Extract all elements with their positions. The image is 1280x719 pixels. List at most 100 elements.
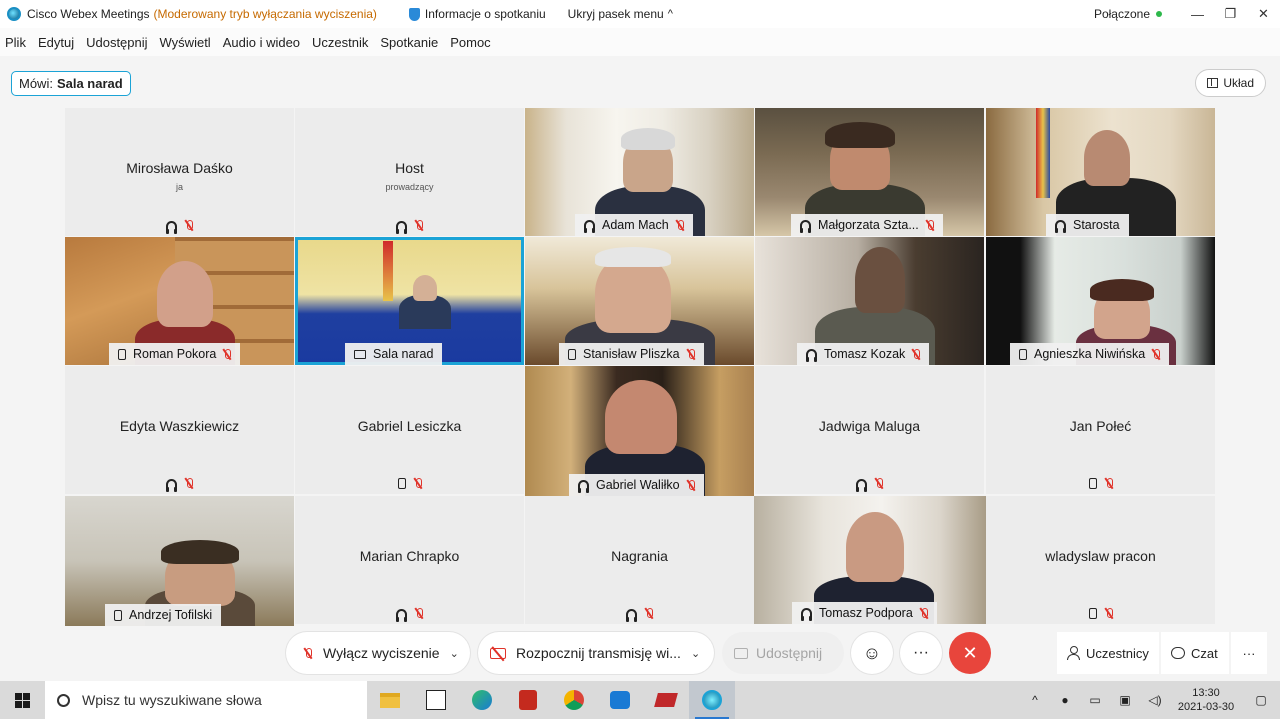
- participant-label: Andrzej Tofilski: [105, 604, 222, 626]
- edge-app[interactable]: [459, 681, 505, 719]
- menu-audio-wideo[interactable]: Audio i wideo: [217, 35, 306, 50]
- notifications-icon[interactable]: ▢: [1242, 693, 1280, 707]
- layout-button[interactable]: Układ: [1195, 69, 1266, 97]
- muted-mic-icon: [223, 348, 232, 360]
- chevron-down-icon[interactable]: ⌄: [450, 647, 459, 660]
- chrome-app[interactable]: [551, 681, 597, 719]
- participant-name: Jan Połeć: [1069, 418, 1132, 434]
- video-face: [605, 380, 677, 454]
- file-explorer-app[interactable]: [367, 681, 413, 719]
- menu-bar: Plik Edytuj Udostępnij Wyświetl Audio i …: [0, 28, 1280, 56]
- panel-more-button[interactable]: ···: [1231, 632, 1267, 674]
- red-app[interactable]: [643, 681, 689, 719]
- muted-mic-icon: [1105, 478, 1113, 489]
- mute-mode-label: (Moderowany tryb wyłączania wyciszenia): [153, 7, 377, 21]
- participant-video-tile[interactable]: Stanisław Pliszka: [525, 237, 754, 365]
- reactions-button[interactable]: ☺: [851, 632, 893, 674]
- taskbar-search-box[interactable]: Wpisz tu wyszukiwane słowa: [45, 681, 367, 719]
- battery-icon[interactable]: ▭: [1080, 693, 1110, 707]
- headset-icon: [584, 220, 595, 233]
- participant-video-tile[interactable]: Gabriel Waliłko: [525, 366, 754, 496]
- participant-name: Starosta: [1073, 218, 1120, 232]
- menu-plik[interactable]: Plik: [0, 35, 32, 50]
- participant-name: Adam Mach: [602, 218, 669, 232]
- muted-mic-icon: [415, 608, 423, 619]
- video-face: [855, 247, 905, 313]
- menu-wyswietl[interactable]: Wyświetl: [154, 35, 217, 50]
- flag-decoration: [383, 241, 393, 301]
- webex-logo-icon: [702, 690, 722, 710]
- participants-label: Uczestnicy: [1086, 645, 1149, 661]
- windows-logo-icon: [15, 692, 30, 708]
- participant-tile[interactable]: Edyta Waszkiewicz: [65, 366, 294, 494]
- meeting-info-button[interactable]: Informacje o spotkaniu: [408, 7, 546, 21]
- start-video-label: Rozpocznij transmisję wi...: [516, 645, 681, 661]
- close-window-button[interactable]: ✕: [1247, 0, 1280, 28]
- menu-pomoc[interactable]: Pomoc: [444, 35, 496, 50]
- start-button[interactable]: [0, 681, 45, 719]
- volume-icon[interactable]: ◁): [1140, 693, 1170, 707]
- active-speaker-indicator: Mówi: Sala narad: [11, 71, 131, 96]
- chat-panel-button[interactable]: Czat: [1161, 632, 1229, 674]
- menu-udostepnij[interactable]: Udostępnij: [80, 35, 153, 50]
- video-hair: [825, 122, 895, 148]
- participant-name: Gabriel Waliłko: [596, 478, 680, 492]
- participant-video-tile[interactable]: Roman Pokora: [65, 237, 294, 365]
- headset-icon: [396, 608, 407, 622]
- network-icon[interactable]: ▣: [1110, 693, 1140, 707]
- app-title: Cisco Webex Meetings: [27, 7, 150, 21]
- tray-expand-icon[interactable]: ^: [1020, 693, 1050, 707]
- more-options-button[interactable]: ···: [900, 632, 942, 674]
- share-button[interactable]: Udostępnij: [722, 632, 844, 674]
- participant-tile[interactable]: Jadwiga Maluga: [755, 366, 984, 494]
- participant-video-tile[interactable]: Adam Mach: [525, 108, 754, 236]
- participant-tile[interactable]: wladyslaw pracon: [986, 496, 1215, 624]
- participant-video-tile[interactable]: Andrzej Tofilski: [65, 496, 294, 626]
- share-icon: [734, 647, 748, 659]
- participant-video-tile-active[interactable]: Sala narad: [295, 237, 524, 365]
- participant-video-tile[interactable]: Tomasz Kozak: [755, 237, 984, 365]
- participant-tile[interactable]: Nagrania: [525, 496, 754, 624]
- participant-role: ja: [175, 182, 183, 192]
- end-meeting-button[interactable]: ✕: [949, 632, 991, 674]
- headset-icon: [166, 478, 177, 492]
- participant-name: Roman Pokora: [133, 347, 217, 361]
- taskbar-clock[interactable]: 13:30 2021-03-30: [1170, 686, 1242, 714]
- chevron-down-icon[interactable]: ⌄: [691, 647, 700, 660]
- participant-video-tile[interactable]: Starosta: [986, 108, 1215, 236]
- chevron-up-icon: ^: [667, 8, 673, 20]
- participant-tile[interactable]: Mirosława Daśko ja: [65, 108, 294, 236]
- 7zip-app[interactable]: [413, 681, 459, 719]
- unmute-button[interactable]: Wyłącz wyciszenie ⌄: [286, 632, 470, 674]
- participants-panel-button[interactable]: Uczestnicy: [1057, 632, 1159, 674]
- smiley-icon: ☺: [862, 642, 882, 663]
- headset-icon: [166, 220, 177, 234]
- muted-mic-icon: [645, 608, 653, 619]
- connected-dot-icon: [1156, 11, 1162, 17]
- participant-video-tile[interactable]: Tomasz Podpora: [754, 496, 986, 624]
- participant-tile[interactable]: Jan Połeć: [986, 366, 1215, 494]
- webex-taskbar-app-1[interactable]: [597, 681, 643, 719]
- webex-meetings-taskbar-app[interactable]: [689, 681, 735, 719]
- phone-icon: [1088, 478, 1097, 489]
- participant-tile[interactable]: Gabriel Lesiczka: [295, 366, 524, 494]
- participant-tile[interactable]: Marian Chrapko: [295, 496, 524, 624]
- microphone-icon[interactable]: ●: [1050, 693, 1080, 707]
- menu-uczestnik[interactable]: Uczestnik: [306, 35, 374, 50]
- hide-menu-label: Ukryj pasek menu: [567, 7, 664, 21]
- menu-spotkanie[interactable]: Spotkanie: [374, 35, 444, 50]
- unmute-label: Wyłącz wyciszenie: [323, 645, 440, 661]
- search-icon: [57, 693, 70, 707]
- participant-video-tile[interactable]: Małgorzata Szta...: [755, 108, 984, 236]
- participant-tile[interactable]: Host prowadzący: [295, 108, 524, 236]
- headset-icon: [1055, 220, 1066, 233]
- acrobat-app[interactable]: [505, 681, 551, 719]
- restore-button[interactable]: ❐: [1214, 0, 1247, 28]
- folder-icon: [380, 692, 400, 708]
- menu-edytuj[interactable]: Edytuj: [32, 35, 80, 50]
- participant-video-tile[interactable]: Agnieszka Niwińska: [986, 237, 1215, 365]
- start-video-button[interactable]: Rozpocznij transmisję wi... ⌄: [478, 632, 714, 674]
- minimize-button[interactable]: —: [1181, 0, 1214, 28]
- participant-grid: Mirosława Daśko ja Host prowadzący Adam …: [65, 108, 1215, 626]
- hide-menu-button[interactable]: Ukryj pasek menu ^: [568, 7, 673, 21]
